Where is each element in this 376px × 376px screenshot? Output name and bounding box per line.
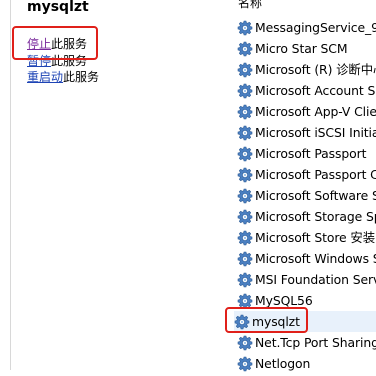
- service-name: Microsoft Storage Sp: [255, 209, 376, 224]
- service-name: Netlogon: [255, 356, 311, 371]
- service-name: Micro Star SCM: [255, 41, 348, 56]
- restart-service-suffix: 此服务: [63, 70, 100, 84]
- service-row[interactable]: MessagingService_9b: [237, 17, 376, 38]
- service-row[interactable]: Microsoft (R) 诊断中心: [237, 59, 376, 80]
- service-row[interactable]: Microsoft iSCSI Initia: [237, 122, 376, 143]
- gear-icon: [237, 83, 253, 99]
- gear-icon: [237, 146, 253, 162]
- pane-divider: [10, 0, 11, 370]
- gear-icon: [237, 167, 253, 183]
- service-name: Microsoft (R) 诊断中心: [255, 62, 376, 77]
- gear-icon: [237, 335, 253, 351]
- gear-icon: [237, 209, 253, 225]
- service-row[interactable]: Netlogon: [237, 353, 376, 374]
- gear-icon: [237, 251, 253, 267]
- highlight-box-mysqlzt: [225, 307, 308, 333]
- service-row[interactable]: Microsoft App-V Clie: [237, 101, 376, 122]
- restart-service-action: 重启动此服务: [27, 69, 99, 85]
- gear-icon: [237, 104, 253, 120]
- service-row[interactable]: Micro Star SCM: [237, 38, 376, 59]
- gear-icon: [237, 62, 253, 78]
- gear-icon: [237, 230, 253, 246]
- service-title: mysqlzt: [27, 0, 89, 15]
- service-row[interactable]: Microsoft Windows S: [237, 248, 376, 269]
- service-row[interactable]: MSI Foundation Serv: [237, 269, 376, 290]
- service-detail-pane: mysqlzt 停止此服务 暂停此服务 重启动此服务: [0, 0, 228, 370]
- service-row[interactable]: Microsoft Store 安装: [237, 227, 376, 248]
- service-row[interactable]: Microsoft Account Si: [237, 80, 376, 101]
- gear-icon: [237, 125, 253, 141]
- service-row[interactable]: Microsoft Passport: [237, 143, 376, 164]
- service-name: Microsoft iSCSI Initia: [255, 125, 376, 140]
- service-name: Microsoft Store 安装: [255, 230, 375, 245]
- gear-icon: [237, 20, 253, 36]
- service-name: Microsoft Windows S: [255, 251, 376, 266]
- highlight-box-actions: [12, 26, 98, 60]
- service-name: MessagingService_9b: [255, 20, 376, 35]
- service-name: Microsoft Passport C: [255, 167, 376, 182]
- restart-service-link[interactable]: 重启动: [27, 70, 63, 84]
- service-row[interactable]: Microsoft Software S: [237, 185, 376, 206]
- gear-icon: [237, 41, 253, 57]
- service-name: Microsoft Account Si: [255, 83, 376, 98]
- service-name: Microsoft Passport: [255, 146, 367, 161]
- service-name: Net.Tcp Port Sharing: [255, 335, 376, 350]
- column-header-name[interactable]: 名称: [238, 0, 262, 10]
- gear-icon: [237, 272, 253, 288]
- service-row[interactable]: Net.Tcp Port Sharing: [237, 332, 376, 353]
- service-row[interactable]: Microsoft Passport C: [237, 164, 376, 185]
- gear-icon: [237, 188, 253, 204]
- service-name: Microsoft App-V Clie: [255, 104, 376, 119]
- service-name: MSI Foundation Serv: [255, 272, 376, 287]
- service-name: Microsoft Software S: [255, 188, 376, 203]
- service-row[interactable]: Microsoft Storage Sp: [237, 206, 376, 227]
